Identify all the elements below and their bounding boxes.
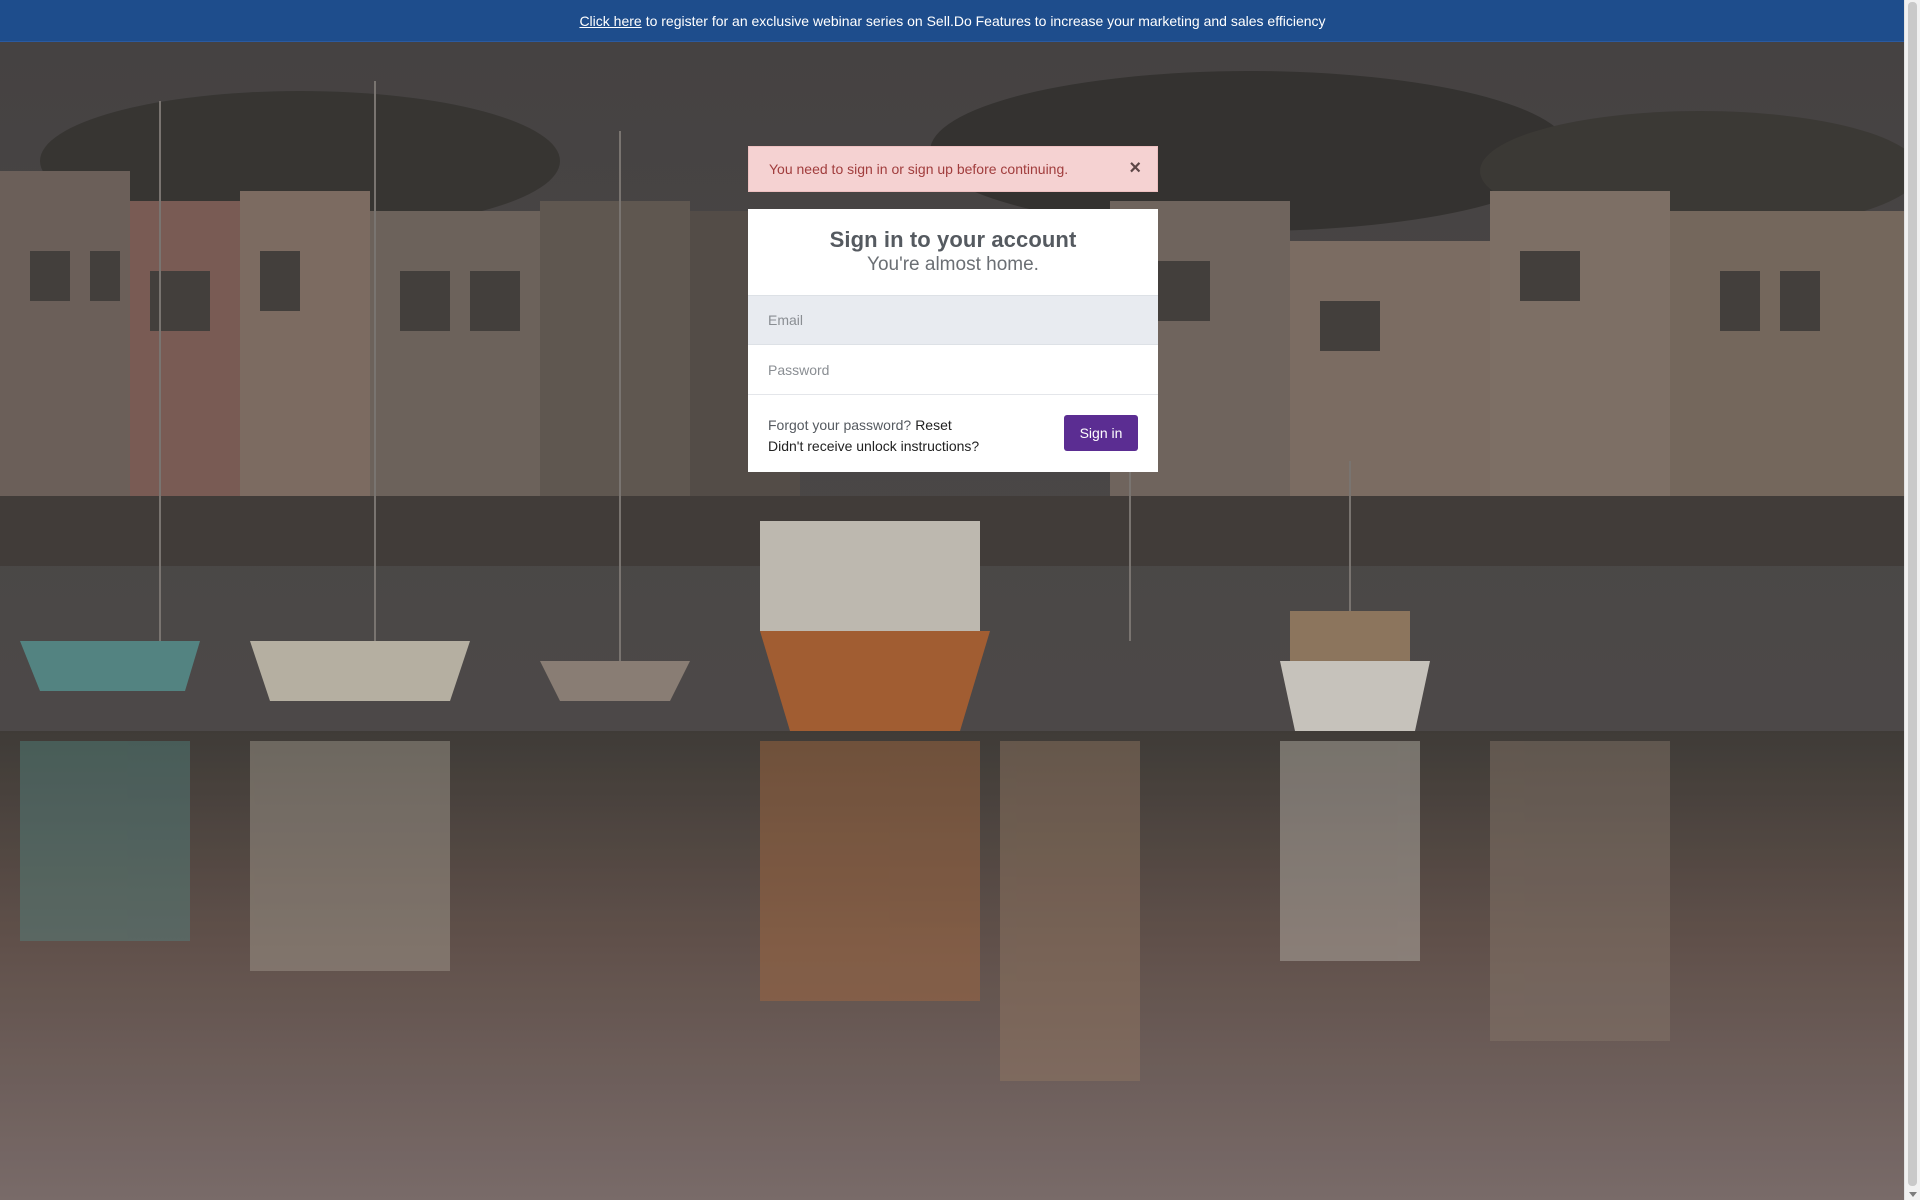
alert-message: You need to sign in or sign up before co… xyxy=(769,161,1069,177)
page-scrollbar[interactable] xyxy=(1904,0,1920,1200)
close-icon[interactable]: × xyxy=(1129,157,1141,179)
login-header: Sign in to your account You're almost ho… xyxy=(748,209,1158,295)
reset-password-link[interactable]: Reset xyxy=(915,417,952,433)
banner-register-link[interactable]: Click here xyxy=(579,13,641,29)
forgot-password-label: Forgot your password? xyxy=(768,417,912,433)
webinar-banner: Click here to register for an exclusive … xyxy=(0,0,1905,42)
scroll-down-icon[interactable] xyxy=(1909,1192,1917,1197)
password-field[interactable] xyxy=(748,345,1158,395)
login-card: Sign in to your account You're almost ho… xyxy=(748,209,1158,472)
login-footer: Forgot your password? Reset Didn't receiv… xyxy=(748,395,1158,471)
page-title: Sign in to your account xyxy=(829,227,1077,252)
banner-message: to register for an exclusive webinar ser… xyxy=(645,12,1326,29)
sign-in-button[interactable]: Sign in xyxy=(1064,415,1138,451)
signin-required-alert: You need to sign in or sign up before co… xyxy=(748,146,1158,192)
page-subtitle: You're almost home. xyxy=(867,254,1039,275)
email-field[interactable] xyxy=(748,295,1158,345)
scrollbar-thumb[interactable] xyxy=(1908,2,1917,1186)
